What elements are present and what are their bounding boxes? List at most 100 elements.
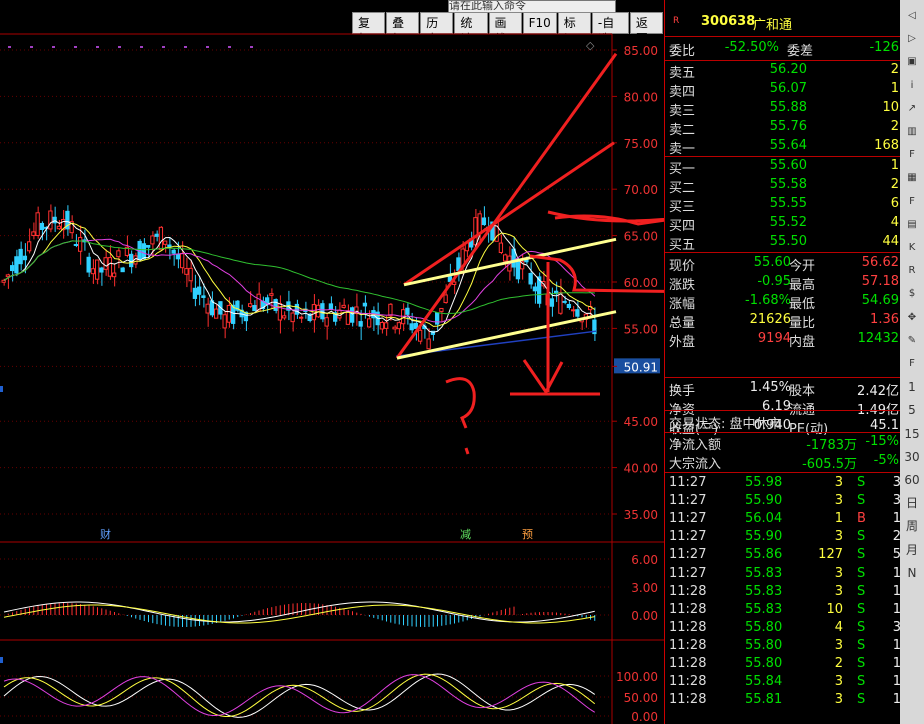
- rsi-icon[interactable]: R: [902, 261, 922, 281]
- stock-flag: R: [673, 16, 680, 26]
- bid-row: 买四 55.52 4: [669, 215, 899, 234]
- candlestick-chart[interactable]: 85.00 80.00 75.00 70.00 65.00 60.00 55.00 50.91…: [0, 0, 664, 724]
- tick-time: 11:28: [669, 637, 707, 653]
- pen-icon[interactable]: ✎: [902, 331, 922, 351]
- candle-body: [214, 308, 219, 319]
- candle-body: [154, 233, 159, 237]
- tick-row: 11:28 55.84 3 S 1: [667, 674, 901, 692]
- timeframe-30[interactable]: 30: [902, 447, 922, 467]
- timeframe-5[interactable]: 5: [902, 400, 922, 420]
- fund-value: 1.45%: [749, 380, 791, 395]
- quote-label: 今开: [789, 259, 816, 274]
- tick-row: 11:28 55.80 2 S 1: [667, 656, 901, 674]
- candle-body: [439, 307, 444, 312]
- candle-body: [201, 295, 206, 298]
- n-icon[interactable]: N: [902, 563, 922, 583]
- quote-value: 55.60: [753, 255, 791, 270]
- candle-body: [103, 257, 108, 270]
- quote-panel: R 300638 广和通 委比 -52.50% 委差 -126 卖五 56.20 2…: [664, 0, 901, 724]
- candle-body: [99, 267, 104, 273]
- quote-label: 外盘: [669, 335, 696, 350]
- flag-jian: 减: [460, 528, 471, 541]
- tick-price: 55.90: [745, 529, 783, 545]
- tick-price: 55.98: [745, 475, 783, 490]
- timeframe-1[interactable]: 1: [902, 377, 922, 397]
- grid-icon[interactable]: ▦: [902, 168, 922, 188]
- signal-dot: [96, 46, 99, 48]
- fund-label: 换手: [669, 384, 696, 399]
- timeframe-60[interactable]: 60: [902, 470, 922, 490]
- quote-row: 现价 55.60 今开 56.62: [669, 255, 899, 274]
- tick-volume: 3: [834, 692, 843, 708]
- flow-pct: -5%: [873, 453, 899, 468]
- arrow-right-icon[interactable]: ▷: [902, 29, 922, 49]
- tick-volume: 3: [834, 529, 843, 545]
- signal-dot: [118, 46, 121, 48]
- left-marker: [0, 386, 3, 392]
- arrow-left-icon[interactable]: ◁: [902, 6, 922, 26]
- flag-yu: 预: [522, 528, 533, 541]
- table-icon[interactable]: ▤: [902, 215, 922, 235]
- tick-row: 11:28 55.83 3 S 1: [667, 584, 901, 602]
- kdj-line: [3, 673, 596, 718]
- f12-icon[interactable]: F: [902, 192, 922, 212]
- candle-icon[interactable]: ▥: [902, 122, 922, 142]
- candle-body: [141, 243, 147, 260]
- candle-body: [379, 321, 385, 330]
- candle-body: [1, 279, 6, 283]
- signal-dot: [162, 46, 165, 48]
- tick-volume: 3: [834, 583, 843, 599]
- question-mark: [445, 377, 476, 455]
- ask-price: 55.76: [769, 119, 807, 134]
- kline-chart-area[interactable]: 请在此输入命令 复权 叠加 历史 统计 画线 F10 标记 -自选 返回 85.00 80.00 7…: [0, 0, 664, 724]
- candle-body: [532, 286, 538, 292]
- tick-time: 11:27: [669, 529, 707, 545]
- f5-icon[interactable]: F: [902, 354, 922, 374]
- tick-row: 11:27 55.83 3 S 1: [667, 566, 901, 584]
- move-icon[interactable]: ✥: [902, 308, 922, 328]
- candle-body: [95, 259, 100, 280]
- candle-body: [226, 304, 232, 323]
- flag-cai: 财: [100, 527, 111, 541]
- candles-group: [1, 204, 597, 350]
- candle-body: [316, 304, 321, 318]
- week-icon[interactable]: 周: [902, 516, 922, 536]
- day-icon[interactable]: 日: [902, 493, 922, 513]
- candle-body: [503, 254, 508, 262]
- fund-row: 换手 1.45% 股本 2.42亿: [669, 380, 899, 399]
- candle-body: [299, 316, 304, 319]
- tick-side: B: [857, 511, 866, 527]
- tick-price: 55.83: [745, 565, 783, 581]
- candle-body: [192, 287, 198, 299]
- info-icon[interactable]: i: [902, 76, 922, 96]
- timeframe-15[interactable]: 15: [902, 424, 922, 444]
- month-icon[interactable]: 月: [902, 540, 922, 560]
- quote-label: 涨幅: [669, 297, 696, 312]
- tick-volume: 2: [834, 656, 843, 671]
- candle-body: [515, 259, 521, 280]
- candle-body: [290, 312, 295, 323]
- bid-label: 买二: [669, 181, 696, 196]
- candle-body: [175, 253, 181, 260]
- tick-side: S: [857, 656, 866, 671]
- ask-price: 56.20: [769, 62, 807, 77]
- chart-icon[interactable]: ↗: [902, 99, 922, 119]
- stock-code: 300638: [701, 14, 756, 29]
- tick-time: 11:28: [669, 692, 707, 708]
- y-tick-label: 85.00: [624, 44, 658, 58]
- candle-body: [558, 292, 563, 314]
- tick-time: 11:27: [669, 565, 707, 581]
- k-icon[interactable]: K: [902, 238, 922, 258]
- dollar-icon[interactable]: $: [902, 284, 922, 304]
- ask-label: 卖一: [669, 142, 696, 157]
- bid-row: 买二 55.58 2: [669, 177, 899, 196]
- candle-body: [409, 323, 414, 331]
- support-line: [396, 310, 617, 360]
- candle-body: [562, 300, 567, 303]
- bid-volume: 2: [890, 177, 899, 192]
- candle-body: [248, 303, 253, 307]
- window-icon[interactable]: ▣: [902, 52, 922, 72]
- tick-time: 11:27: [669, 475, 707, 490]
- f10-icon[interactable]: F: [902, 145, 922, 165]
- tick-volume: 127: [818, 547, 843, 563]
